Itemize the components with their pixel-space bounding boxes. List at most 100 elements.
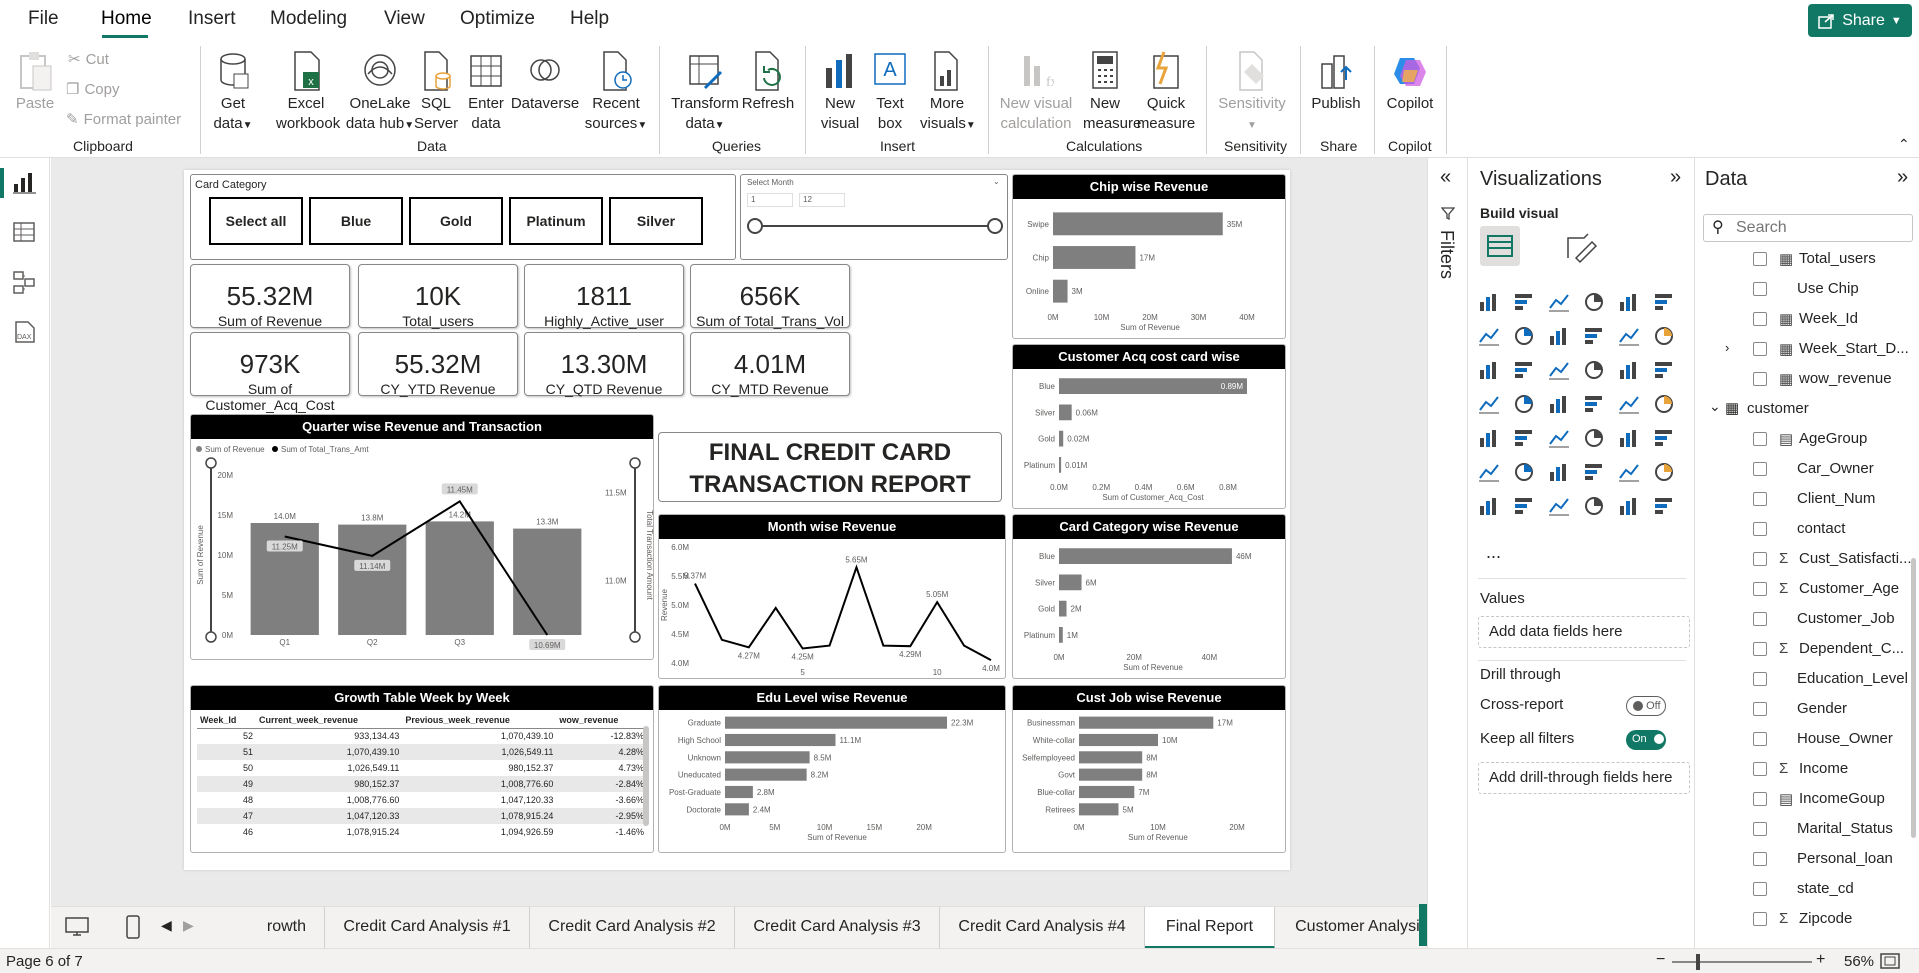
power-automate-icon[interactable] [1653,496,1675,516]
line-column-icon[interactable] [1653,326,1675,346]
more-visuals-button[interactable]: More visuals▼ [920,50,976,136]
quick-measure-button[interactable]: Quick measure [1136,50,1196,134]
field-item[interactable]: Σ Cust_Satisfacti... [1695,544,1919,574]
field-item[interactable]: Education_Level [1695,664,1919,694]
map-icon[interactable] [1513,394,1535,414]
tab-scroll-left-icon[interactable]: ◀ [161,917,172,934]
format-painter-button[interactable]: ✎ Format painter [66,110,181,129]
refresh-button[interactable]: Refresh [740,50,796,114]
menu-file[interactable]: File [28,8,59,30]
slicer-option-silver[interactable]: Silver [609,197,703,245]
collapse-ribbon-icon[interactable]: ⌃ [1898,136,1910,153]
table-row[interactable]: 46 1,078,915.24 1,094,926.59 -1.46% [197,824,647,840]
dax-query-view-icon[interactable]: DAX [12,320,38,344]
model-view-icon[interactable] [12,270,38,294]
sensitivity-button[interactable]: Sensitivity ▼ [1212,50,1292,136]
menu-help[interactable]: Help [570,8,609,30]
field-item[interactable]: Σ Zipcode [1695,904,1919,934]
table-row[interactable]: 50 1,026,549.11 980,152.37 4.73% [197,760,647,776]
fit-to-page-icon[interactable] [1880,953,1900,969]
table-row[interactable]: 49 980,152.37 1,008,776.60 -2.84% [197,776,647,792]
combo-chart-icon[interactable] [1513,360,1535,380]
cut-button[interactable]: ✂ Cut [68,50,109,69]
multirow-card-icon[interactable] [1478,428,1500,448]
column-header[interactable]: Current_week_revenue [256,712,403,729]
ribbon-chart-icon[interactable] [1583,326,1605,346]
get-data-button[interactable]: Get data▼ [208,50,258,136]
scatter-chart-icon[interactable] [1583,360,1605,380]
field-item[interactable]: ▦ Week_Start_D... [1695,334,1919,364]
slicer-option-select-all[interactable]: Select all [209,197,303,245]
filled-map-icon[interactable] [1548,394,1570,414]
collapse-chevron-icon[interactable]: ⌄ [1709,398,1721,415]
menu-view[interactable]: View [384,8,425,30]
transform-data-button[interactable]: Transform data▼ [670,50,740,136]
menu-insert[interactable]: Insert [188,8,236,30]
publish-button[interactable]: Publish [1308,50,1364,114]
tab-scroll-right-icon[interactable]: ▶ [183,917,194,934]
field-item[interactable]: Car_Owner [1695,454,1919,484]
stacked-column-icon[interactable] [1513,292,1535,312]
slicer-option-gold[interactable]: Gold [409,197,503,245]
funnel-chart-icon[interactable] [1548,360,1570,380]
field-checkbox[interactable] [1753,342,1767,356]
waterfall-icon[interactable] [1618,326,1640,346]
mobile-layout-icon[interactable] [125,915,141,939]
sql-server-button[interactable]: SQL Server [414,50,458,134]
table-row[interactable]: 51 1,070,439.10 1,026,549.11 4.28% [197,744,647,760]
stacked-area-icon[interactable] [1548,326,1570,346]
report-view-icon[interactable] [12,170,38,194]
field-checkbox[interactable] [1753,432,1767,446]
field-item[interactable]: ▤ AgeGroup [1695,424,1919,454]
field-item[interactable]: Σ Income [1695,754,1919,784]
month-range-end-handle[interactable] [987,218,1003,234]
100-column-icon[interactable] [1653,292,1675,312]
enter-data-button[interactable]: Enter data [464,50,508,134]
stacked-bar-icon[interactable] [1478,292,1500,312]
expand-filters-icon[interactable]: « [1440,166,1451,189]
field-checkbox[interactable] [1753,372,1767,386]
new-visual-calculation-button[interactable]: fx New visual calculation [996,50,1076,134]
field-checkbox[interactable] [1753,762,1767,776]
field-checkbox[interactable] [1753,552,1767,566]
keep-filters-toggle[interactable]: On [1626,730,1666,750]
field-item[interactable]: state_cd [1695,874,1919,904]
table-row[interactable]: 48 1,008,776.60 1,047,120.33 -3.66% [197,792,647,808]
new-slicer-icon[interactable] [1548,496,1570,516]
month-to-input[interactable]: 12 [799,193,845,207]
paginated-report-icon[interactable] [1478,496,1500,516]
field-item[interactable]: ▦ Week_Id [1695,304,1919,334]
dataverse-button[interactable]: Dataverse [510,50,580,114]
format-visual-icon[interactable] [1564,230,1598,264]
python-visual-icon[interactable] [1478,462,1500,482]
tab-growth[interactable]: rowth [199,907,325,949]
slicer-icon[interactable] [1548,428,1570,448]
table-row[interactable]: 52 933,134.43 1,070,439.10 -12.83% [197,728,647,744]
decomposition-tree-icon[interactable] [1548,462,1570,482]
new-measure-button[interactable]: New measure [1083,50,1141,134]
table-row[interactable]: 47 1,047,120.33 1,078,915.24 -2.95% [197,808,647,824]
zoom-slider-thumb[interactable] [1696,954,1700,970]
field-item[interactable]: Use Chip [1695,274,1919,304]
menu-home[interactable]: Home [101,8,152,30]
pie-chart-icon[interactable] [1618,360,1640,380]
column-header[interactable]: wow_revenue [556,712,647,729]
field-item[interactable]: Personal_loan [1695,844,1919,874]
table-customer[interactable]: ⌄ ▦ customer [1695,394,1919,424]
tab-final-report[interactable]: Final Report [1145,907,1275,949]
chevron-down-icon[interactable]: ⌄ [993,177,1000,186]
field-item[interactable]: contact [1695,514,1919,544]
field-item[interactable]: ▤ IncomeGoup [1695,784,1919,814]
field-item[interactable]: ▦ wow_revenue [1695,364,1919,394]
field-checkbox[interactable] [1753,822,1767,836]
100-bar-icon[interactable] [1618,292,1640,312]
clustered-column-icon[interactable] [1583,292,1605,312]
tab-credit-card-analysis-2[interactable]: Credit Card Analysis #2 [530,907,735,949]
new-visual-button[interactable]: New visual [818,50,862,134]
copilot-button[interactable]: Copilot [1380,50,1440,114]
table-view-icon[interactable] [12,220,38,244]
field-checkbox[interactable] [1753,912,1767,926]
goals-icon[interactable] [1653,462,1675,482]
month-range-start-handle[interactable] [747,218,763,234]
excel-workbook-button[interactable]: x Excel workbook [276,50,340,134]
